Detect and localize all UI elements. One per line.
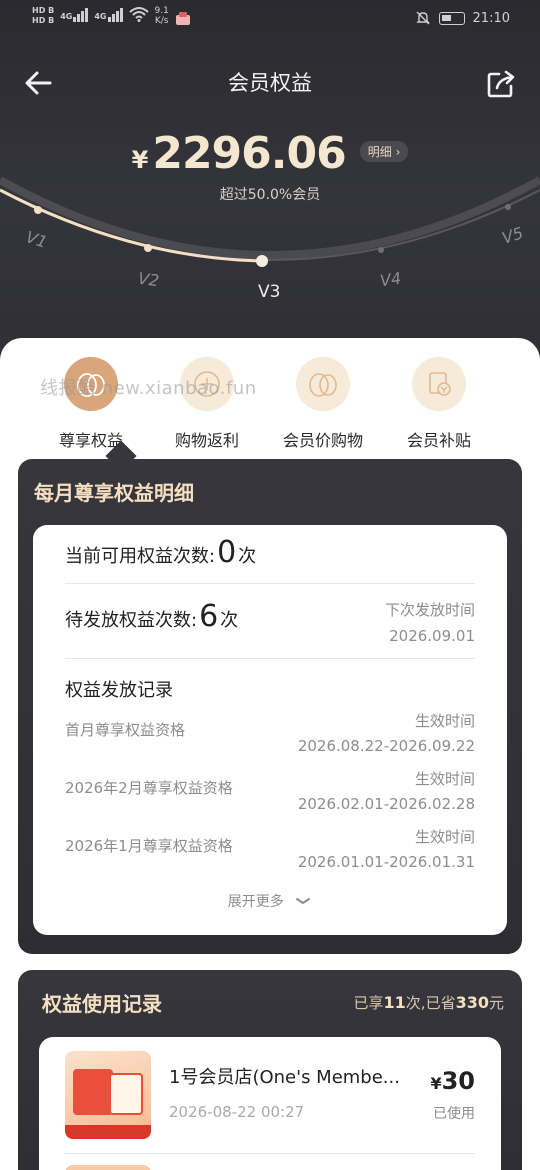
tab-member-price[interactable]: 会员价购物 xyxy=(263,357,383,451)
page-title: 会员权益 xyxy=(228,71,312,95)
available-count: 0 xyxy=(217,535,237,570)
record-label: 生效时间 xyxy=(414,712,475,730)
tab-label: 购物返利 xyxy=(174,431,239,450)
store-name: 1号会员店(One's Membe... xyxy=(169,1067,400,1088)
signal-icon-2: 4G xyxy=(94,6,123,22)
record-label: 生效时间 xyxy=(414,828,475,846)
sim-indicator: HD B HD B xyxy=(32,6,54,26)
level-dot-v4 xyxy=(378,247,384,253)
monthly-benefits-card: 每月尊享权益明细 当前可用权益次数:0 次 待发放权益次数:6 次 下次发放时间 2… xyxy=(18,459,522,954)
speed-value: 9.1 xyxy=(154,6,169,16)
level-label-v4: V4 xyxy=(378,268,403,291)
usage-records-title: 权益使用记录 xyxy=(42,992,162,1016)
price-value: 30 xyxy=(441,1067,475,1095)
signal-icon: 4G xyxy=(60,6,89,22)
level-label-v2: V2 xyxy=(136,268,161,291)
hd-label-bottom: HD B xyxy=(32,16,55,25)
record-item: 2026年1月尊享权益资格 生效时间 2026.01.01-2026.01.31 xyxy=(65,825,475,877)
summary-mid: 次,已省 xyxy=(405,994,456,1012)
summary-times: 11 xyxy=(383,993,406,1012)
record-name: 首月尊享权益资格 xyxy=(65,721,186,739)
pending-count: 6 xyxy=(199,599,219,634)
usage-record-item[interactable]: 1号会员店(One's Membe... 2026-08-22 00:27 ¥3… xyxy=(39,1037,501,1170)
level-label-v3: V3 xyxy=(258,282,281,302)
available-label: 当前可用权益次数: xyxy=(65,546,216,567)
summary-amount: 330 xyxy=(455,993,489,1012)
monthly-benefits-panel: 当前可用权益次数:0 次 待发放权益次数:6 次 下次发放时间 2026.09.01… xyxy=(33,525,507,935)
available-unit: 次 xyxy=(238,546,257,567)
tab-shopping-rebate[interactable]: 购物返利 xyxy=(147,357,267,451)
wifi-icon xyxy=(128,7,149,22)
record-label: 生效时间 xyxy=(414,770,475,788)
watermark: 线报酷 new.xianbao.fun xyxy=(40,378,257,399)
network-type-2: 4G xyxy=(94,12,107,21)
network-speed: 9.1 K/s xyxy=(155,6,169,26)
next-issue-label: 下次发放时间 xyxy=(384,601,475,619)
records-title: 权益发放记录 xyxy=(65,680,173,701)
app-notification-icon xyxy=(175,12,190,25)
tab-member-subsidy[interactable]: 会员补贴 xyxy=(379,357,499,451)
speed-unit: K/s xyxy=(154,16,169,26)
status-bar: HD B HD B 4G 4G 9.1 K/s 21:10 xyxy=(0,0,540,36)
benefit-tabs: 尊享权益 购物返利 会员价购物 会员补贴 xyxy=(0,355,540,455)
tab-label: 会员补贴 xyxy=(406,431,471,450)
usage-records-card: 权益使用记录 已享11次,已省330元 1号会员店(One's Membe...… xyxy=(18,970,522,1170)
next-issue-time: 下次发放时间 2026.09.01 xyxy=(385,597,475,649)
divider xyxy=(65,1153,475,1154)
monthly-benefits-title: 每月尊享权益明细 xyxy=(34,481,194,505)
nav-bar: 会员权益 xyxy=(0,55,540,111)
summary-suffix: 元 xyxy=(488,994,504,1012)
summary-prefix: 已享 xyxy=(353,994,384,1012)
available-count-row: 当前可用权益次数:0 次 xyxy=(65,535,256,570)
egg-icon xyxy=(296,357,350,411)
level-dot-v2 xyxy=(144,244,152,252)
record-range: 2026.08.22-2026.09.22 xyxy=(297,737,475,755)
record-name: 2026年1月尊享权益资格 xyxy=(65,837,233,855)
usage-price: ¥30 xyxy=(430,1067,475,1095)
level-progress-arc xyxy=(0,176,540,267)
price-currency: ¥ xyxy=(430,1074,442,1093)
battery-icon xyxy=(438,11,465,25)
divider xyxy=(65,583,475,584)
subsidy-icon xyxy=(412,357,466,411)
level-dot-v1 xyxy=(34,206,42,214)
pending-count-row: 待发放权益次数:6 次 xyxy=(65,599,238,634)
share-icon[interactable] xyxy=(486,69,516,99)
store-thumbnail xyxy=(65,1051,151,1139)
next-issue-date: 2026.09.01 xyxy=(389,627,475,645)
divider xyxy=(65,658,475,659)
level-dot-v3 xyxy=(256,255,268,267)
tab-label: 尊享权益 xyxy=(58,431,123,450)
expand-more-button[interactable]: 展开更多 xyxy=(33,891,507,911)
pending-label: 待发放权益次数: xyxy=(65,610,198,631)
tab-label: 会员价购物 xyxy=(282,431,363,450)
level-dot-v5 xyxy=(505,204,511,210)
record-item: 2026年2月尊享权益资格 生效时间 2026.02.01-2026.02.28 xyxy=(65,767,475,819)
expand-more-label: 展开更多 xyxy=(227,894,284,910)
usage-summary: 已享11次,已省330元 xyxy=(354,992,504,1013)
record-range: 2026.02.01-2026.02.28 xyxy=(297,795,475,813)
usage-time: 2026-08-22 00:27 xyxy=(169,1103,305,1121)
pending-unit: 次 xyxy=(220,610,239,631)
clock: 21:10 xyxy=(472,10,510,26)
record-item: 首月尊享权益资格 生效时间 2026.08.22-2026.09.22 xyxy=(65,709,475,761)
next-item-thumbnail xyxy=(65,1165,151,1170)
chevron-down-icon xyxy=(296,898,311,905)
mute-icon xyxy=(415,11,430,25)
tab-exclusive-benefits[interactable]: 尊享权益 xyxy=(31,357,151,451)
network-type-1: 4G xyxy=(60,12,73,21)
record-range: 2026.01.01-2026.01.31 xyxy=(297,853,475,871)
record-name: 2026年2月尊享权益资格 xyxy=(65,779,233,797)
hd-label-top: HD B xyxy=(32,6,55,15)
usage-status: 已使用 xyxy=(433,1106,475,1122)
